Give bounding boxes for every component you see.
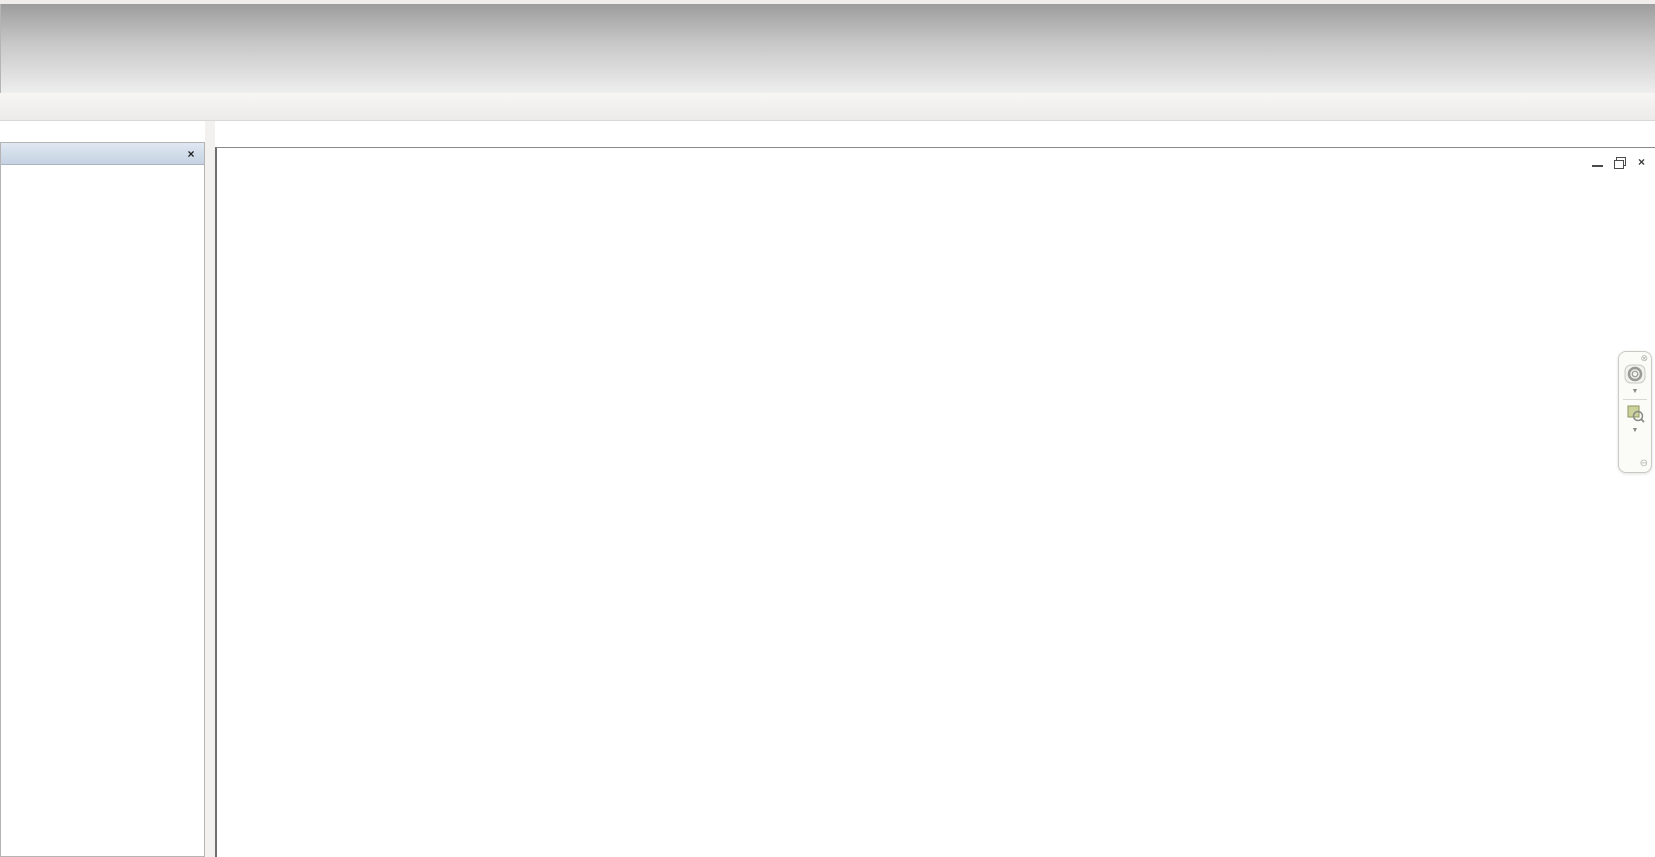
close-icon[interactable]: × [183, 147, 199, 161]
revit-application-window: × × ⊗ ▼ ▼ ⊖ [0, 0, 1655, 857]
navigation-bar: ⊗ ▼ ▼ ⊖ [1618, 351, 1652, 473]
navbar-divider [1623, 399, 1647, 400]
zoom-menu-icon[interactable]: ▼ [1632, 427, 1639, 435]
model-3d-scene[interactable] [217, 148, 1655, 857]
project-browser-tree [1, 165, 204, 168]
minimize-icon[interactable] [1591, 156, 1604, 169]
project-browser-panel: × [0, 142, 205, 857]
panel-splitter[interactable] [205, 121, 215, 857]
zoom-region-icon[interactable] [1626, 404, 1645, 426]
close-icon[interactable]: × [1635, 156, 1648, 169]
steering-wheel-icon[interactable] [1624, 364, 1646, 387]
steering-wheel-menu-icon[interactable]: ▼ [1632, 388, 1639, 396]
navbar-close-icon[interactable]: ⊗ [1640, 354, 1648, 363]
drawing-viewport[interactable]: × ⊗ ▼ ▼ ⊖ [215, 147, 1655, 857]
ribbon [0, 4, 1655, 93]
navbar-collapse-icon[interactable]: ⊖ [1640, 459, 1648, 469]
project-browser-titlebar[interactable]: × [1, 143, 204, 165]
quick-access-toolbar [0, 93, 1655, 121]
restore-icon[interactable] [1613, 156, 1626, 169]
view-window-controls: × [1591, 156, 1648, 169]
ribbon-empty-area [0, 4, 1655, 93]
